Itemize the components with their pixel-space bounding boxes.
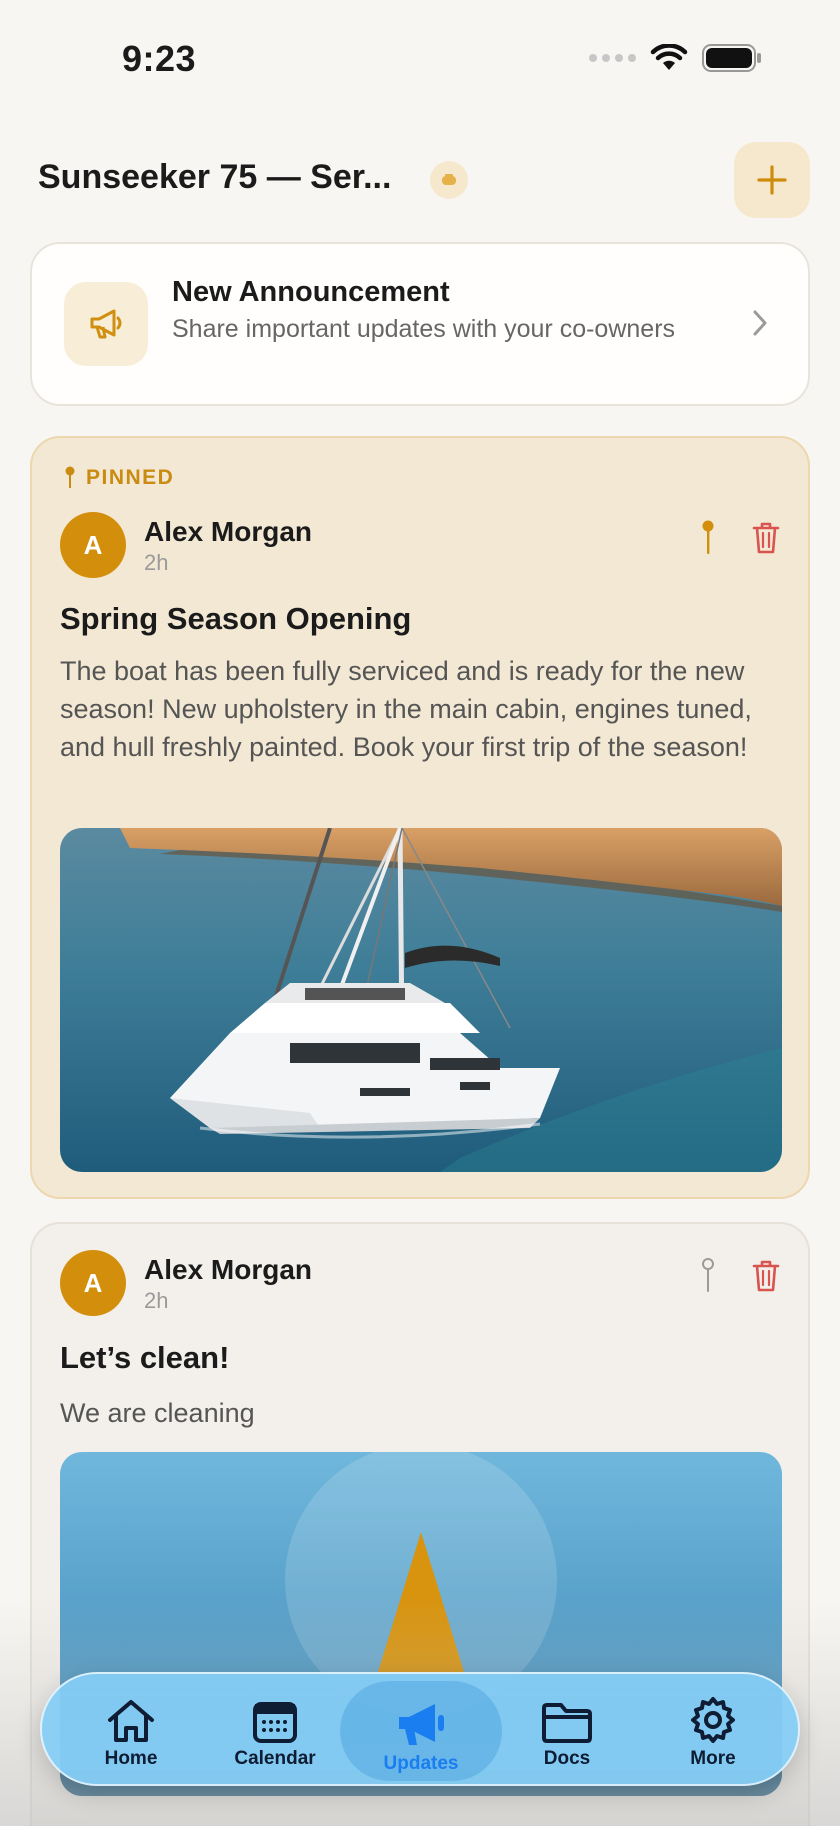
pin-icon xyxy=(65,466,75,488)
plus-icon xyxy=(757,165,787,195)
tab-bar: Home Calendar Updates Docs More xyxy=(40,1672,800,1786)
tab-home[interactable]: Home xyxy=(56,1686,206,1776)
new-announcement-card[interactable]: New Announcement Share important updates… xyxy=(30,242,810,406)
post-author: Alex Morgan xyxy=(144,1254,313,1285)
tab-calendar[interactable]: Calendar xyxy=(200,1686,350,1776)
tab-more-label: More xyxy=(690,1748,736,1769)
status-icons xyxy=(589,44,762,72)
announcement-title: New Announcement xyxy=(172,276,450,308)
chevron-right-icon xyxy=(753,310,767,336)
post-time: 2h xyxy=(144,550,169,575)
delete-button[interactable] xyxy=(746,1256,786,1296)
status-time: 9:23 xyxy=(122,38,197,79)
announcement-subtitle: Share important updates with your co-own… xyxy=(172,315,676,343)
status-bar: 9:23 xyxy=(0,0,840,110)
tab-docs[interactable]: Docs xyxy=(492,1686,642,1776)
megaphone-icon xyxy=(399,1704,444,1745)
pin-button[interactable] xyxy=(690,1256,726,1296)
header: Sunseeker 75 — Ser... xyxy=(38,140,810,220)
post-title: Let’s clean! xyxy=(60,1340,230,1375)
tab-updates[interactable]: Updates xyxy=(340,1681,502,1781)
cellular-signal-icon xyxy=(589,54,636,62)
pinned-label: PINNED xyxy=(64,466,174,490)
pinned-label-text: PINNED xyxy=(86,466,175,489)
pin-outline-icon xyxy=(702,1258,714,1292)
post-body: We are cleaning xyxy=(60,1398,255,1428)
battery-icon xyxy=(702,44,761,72)
avatar: A xyxy=(60,1250,126,1316)
folder-icon xyxy=(542,1703,592,1743)
tab-docs-label: Docs xyxy=(543,1748,591,1769)
add-post-button[interactable] xyxy=(734,142,810,218)
delete-button[interactable] xyxy=(746,518,786,558)
tab-calendar-label: Calendar xyxy=(234,1748,316,1769)
pin-icon xyxy=(702,520,714,554)
gear-icon xyxy=(691,1697,735,1743)
unpin-button[interactable] xyxy=(690,518,726,558)
pinned-post-card: PINNED A Alex Morgan 2h Spring Season Op… xyxy=(30,436,810,1199)
wifi-icon xyxy=(650,44,688,70)
avatar: A xyxy=(60,512,126,578)
tab-updates-label: Updates xyxy=(383,1753,459,1774)
post-title: Spring Season Opening xyxy=(60,601,412,636)
megaphone-icon xyxy=(64,282,148,366)
post-image-catamaran[interactable] xyxy=(60,828,782,1172)
house-icon xyxy=(108,1700,154,1742)
post-body: The boat has been fully serviced and is … xyxy=(60,656,752,762)
tab-home-label: Home xyxy=(104,1748,158,1769)
post-time: 2h xyxy=(144,1288,169,1313)
tab-more[interactable]: More xyxy=(638,1686,788,1776)
calendar-icon xyxy=(253,1702,297,1743)
post-author: Alex Morgan xyxy=(144,516,313,547)
boat-badge-icon xyxy=(430,161,468,199)
trash-icon xyxy=(752,522,780,554)
trash-icon xyxy=(752,1260,780,1292)
page-title: Sunseeker 75 — Ser... xyxy=(38,158,392,196)
